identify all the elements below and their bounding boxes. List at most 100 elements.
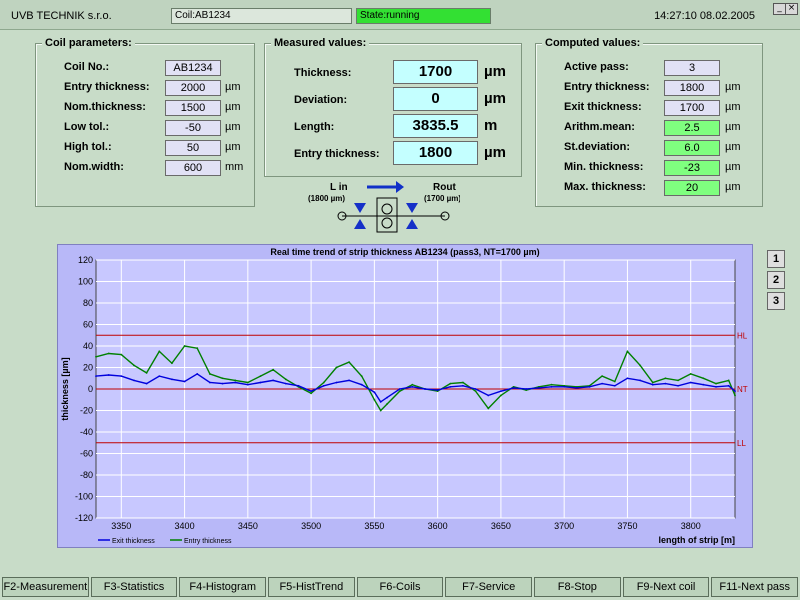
coil-param-unit: µm <box>225 121 241 133</box>
computed-label: Arithm.mean: <box>564 121 635 133</box>
mill-left-label: L in <box>330 182 348 193</box>
point-entry-thickness <box>449 382 452 385</box>
reference-label-nt: NT <box>737 385 748 394</box>
fkey-f7-service[interactable]: F7-Service <box>445 577 533 597</box>
point-exit-thickness <box>272 379 275 382</box>
point-entry-thickness <box>702 377 705 380</box>
point-entry-thickness <box>120 353 123 356</box>
point-entry-thickness <box>348 361 350 364</box>
page-button-1[interactable]: 1 <box>767 250 785 268</box>
point-exit-thickness <box>677 384 679 387</box>
computed-value: 6.0 <box>664 140 720 156</box>
point-exit-thickness <box>715 385 717 388</box>
point-exit-thickness <box>500 390 502 393</box>
point-entry-thickness <box>664 377 667 380</box>
point-exit-thickness <box>626 377 629 380</box>
page-button-2[interactable]: 2 <box>767 271 785 289</box>
fkey-f2-measurement[interactable]: F2-Measurement <box>2 577 89 597</box>
point-exit-thickness <box>664 382 667 385</box>
point-entry-thickness <box>158 350 161 353</box>
rolling-mill-diagram: L in (1800 µm) Rout (1700 µm) <box>300 178 461 234</box>
x-tick-label: 3650 <box>491 521 511 531</box>
point-exit-thickness <box>379 401 382 403</box>
fkey-f8-stop[interactable]: F8-Stop <box>534 577 621 597</box>
point-exit-thickness <box>702 383 705 386</box>
coil-param-row-entry-thickness: Entry thickness: 2000 µm <box>36 80 254 98</box>
point-entry-thickness <box>386 403 388 405</box>
point-entry-thickness <box>221 377 224 380</box>
page-button-3[interactable]: 3 <box>767 292 785 310</box>
fkey-f11-next-pass[interactable]: F11-Next pass <box>711 577 799 597</box>
coil-field: Coil:AB1234 <box>171 8 352 24</box>
x-axis-label: length of strip [m] <box>659 535 736 545</box>
point-entry-thickness <box>677 379 679 382</box>
measured-values-group: Measured values: Thickness: 1700 µm Deviati… <box>264 37 522 177</box>
computed-row-exit-thickness: Exit thickness: 1700 µm <box>536 100 762 118</box>
point-exit-thickness <box>639 379 641 382</box>
close-button[interactable]: × <box>785 3 798 15</box>
fkey-f9-next-coil[interactable]: F9-Next coil <box>622 577 710 597</box>
fkey-f3-statistics[interactable]: F3-Statistics <box>90 577 178 597</box>
point-entry-thickness <box>398 390 401 393</box>
point-entry-thickness <box>95 355 97 358</box>
fkey-f5-histtrend[interactable]: F5-HistTrend <box>268 577 355 597</box>
coil-param-row-nom-thickness: Nom.thickness: 1500 µm <box>36 100 254 118</box>
point-exit-thickness <box>651 383 654 386</box>
y-tick-label: -20 <box>80 406 93 416</box>
right-gauge-top-icon <box>406 203 418 213</box>
measured-unit: µm <box>484 63 506 80</box>
point-exit-thickness <box>424 388 426 390</box>
point-exit-thickness <box>133 379 135 382</box>
computed-label: Max. thickness: <box>564 181 646 193</box>
x-tick-label: 3500 <box>301 521 321 531</box>
company-name: UVB TECHNIK s.r.o. <box>11 10 112 22</box>
y-tick-label: 0 <box>88 384 93 394</box>
y-tick-label: 60 <box>83 320 93 330</box>
point-entry-thickness <box>727 379 730 382</box>
y-tick-label: -40 <box>80 427 93 437</box>
measured-values-title: Measured values: <box>271 37 370 49</box>
computed-label: Active pass: <box>564 61 629 73</box>
computed-row-entry-thickness: Entry thickness: 1800 µm <box>536 80 762 98</box>
coil-param-value: -50 <box>165 120 221 136</box>
point-exit-thickness <box>183 380 186 383</box>
point-exit-thickness <box>525 388 528 390</box>
x-tick-label: 3550 <box>364 521 384 531</box>
legend-label-entry-thickness: Entry thickness <box>184 538 232 545</box>
fkey-f6-coils[interactable]: F6-Coils <box>356 577 444 597</box>
computed-row-active-pass: Active pass: 3 <box>536 60 762 78</box>
point-entry-thickness <box>272 368 275 371</box>
y-tick-label: -100 <box>75 492 93 502</box>
point-exit-thickness <box>436 389 439 391</box>
point-exit-thickness <box>246 383 249 386</box>
measured-label: Deviation: <box>294 94 348 106</box>
point-exit-thickness <box>727 384 730 387</box>
point-entry-thickness <box>246 381 249 384</box>
point-entry-thickness <box>183 345 186 347</box>
point-exit-thickness <box>348 379 350 382</box>
point-entry-thickness <box>208 373 211 375</box>
point-exit-thickness <box>550 385 553 388</box>
point-exit-thickness <box>95 375 97 377</box>
point-entry-thickness <box>379 409 382 412</box>
fkey-f4-histogram[interactable]: F4-Histogram <box>179 577 267 597</box>
mill-right-label: Rout <box>433 182 456 193</box>
point-exit-thickness <box>474 388 477 390</box>
function-key-bar: F2-Measurement F3-Statistics F4-Histogram F… <box>0 575 800 600</box>
point-exit-thickness <box>601 382 604 385</box>
computed-unit: µm <box>725 101 741 113</box>
point-exit-thickness <box>145 382 148 385</box>
right-gauge-bottom-icon <box>406 219 418 229</box>
point-exit-thickness <box>221 382 224 385</box>
point-exit-thickness <box>322 384 325 387</box>
measured-label: Thickness: <box>294 67 352 79</box>
computed-label: Min. thickness: <box>564 161 644 173</box>
reference-label-hl: HL <box>737 331 748 340</box>
coil-param-unit: µm <box>225 141 241 153</box>
y-tick-label: 40 <box>83 341 93 351</box>
coil-param-label: Nom.width: <box>64 161 124 173</box>
measured-value: 1700 <box>393 60 478 84</box>
title-bar: UVB TECHNIK s.r.o. Coil:AB1234 State:run… <box>0 0 800 30</box>
coil-param-unit: mm <box>225 161 244 173</box>
point-entry-thickness <box>171 362 173 365</box>
